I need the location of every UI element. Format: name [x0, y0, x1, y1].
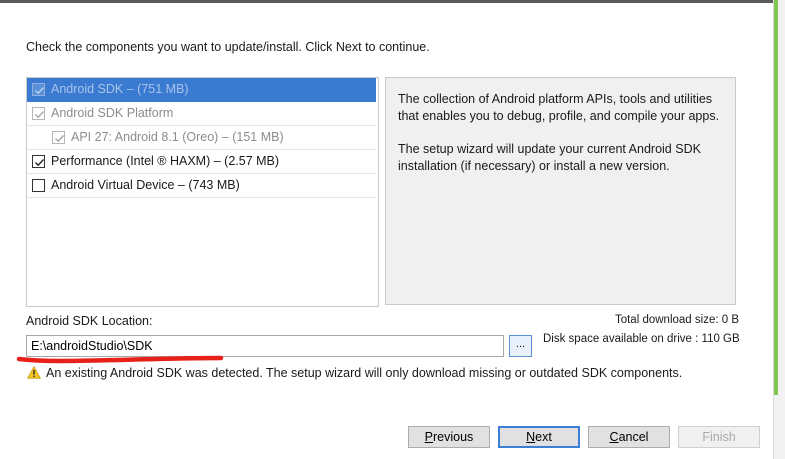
component-android-virtual-device[interactable]: Android Virtual Device – (743 MB) [27, 174, 376, 198]
components-tree: Android SDK – (751 MB) Android SDK Platf… [26, 77, 379, 307]
red-underline-annotation [16, 355, 224, 364]
component-checkbox[interactable] [32, 179, 45, 192]
cancel-mnemonic: C [609, 430, 619, 444]
component-android-sdk[interactable]: Android SDK – (751 MB) [27, 78, 376, 102]
browse-button[interactable]: ... [509, 335, 532, 357]
warning-message: An existing Android SDK was detected. Th… [46, 366, 683, 380]
total-download-size: Total download size: 0 B [614, 314, 739, 326]
sdk-location-label: Android SDK Location: [26, 314, 153, 328]
component-label: Android Virtual Device – (743 MB) [51, 178, 240, 192]
next-label: ext [535, 430, 552, 444]
previous-label: revious [433, 430, 474, 444]
background-accent-strip [774, 0, 778, 395]
instruction-text: Check the components you want to update/… [26, 40, 430, 54]
description-paragraph-1: The collection of Android platform APIs,… [398, 92, 720, 123]
component-description-panel: The collection of Android platform APIs,… [385, 77, 736, 305]
component-label: Android SDK Platform [51, 106, 174, 120]
component-checkbox [52, 131, 65, 144]
component-android-sdk-platform[interactable]: Android SDK Platform [27, 102, 376, 126]
next-button[interactable]: Next [498, 426, 580, 448]
next-mnemonic: N [526, 430, 536, 444]
component-checkbox[interactable] [32, 155, 45, 168]
component-label: Performance (Intel ® HAXM) – (2.57 MB) [51, 154, 280, 168]
component-api-27[interactable]: API 27: Android 8.1 (Oreo) – (151 MB) [27, 126, 376, 150]
component-performance-haxm[interactable]: Performance (Intel ® HAXM) – (2.57 MB) [27, 150, 376, 174]
finish-button[interactable]: Finish [678, 426, 760, 448]
component-checkbox [32, 107, 45, 120]
previous-mnemonic: P [424, 430, 434, 444]
component-label: API 27: Android 8.1 (Oreo) – (151 MB) [71, 130, 284, 144]
description-paragraph-2: The setup wizard will update your curren… [398, 142, 701, 173]
cancel-button[interactable]: Cancel [588, 426, 670, 448]
disk-space-available: Disk space available on drive : 110 GB [543, 333, 740, 345]
cancel-label: ancel [618, 430, 649, 444]
previous-button[interactable]: Previous [408, 426, 490, 448]
window-right-edge [773, 0, 785, 459]
window-top-border [0, 0, 773, 3]
warning-icon [27, 366, 41, 379]
component-label: Android SDK – (751 MB) [51, 82, 189, 96]
component-checkbox [32, 83, 45, 96]
